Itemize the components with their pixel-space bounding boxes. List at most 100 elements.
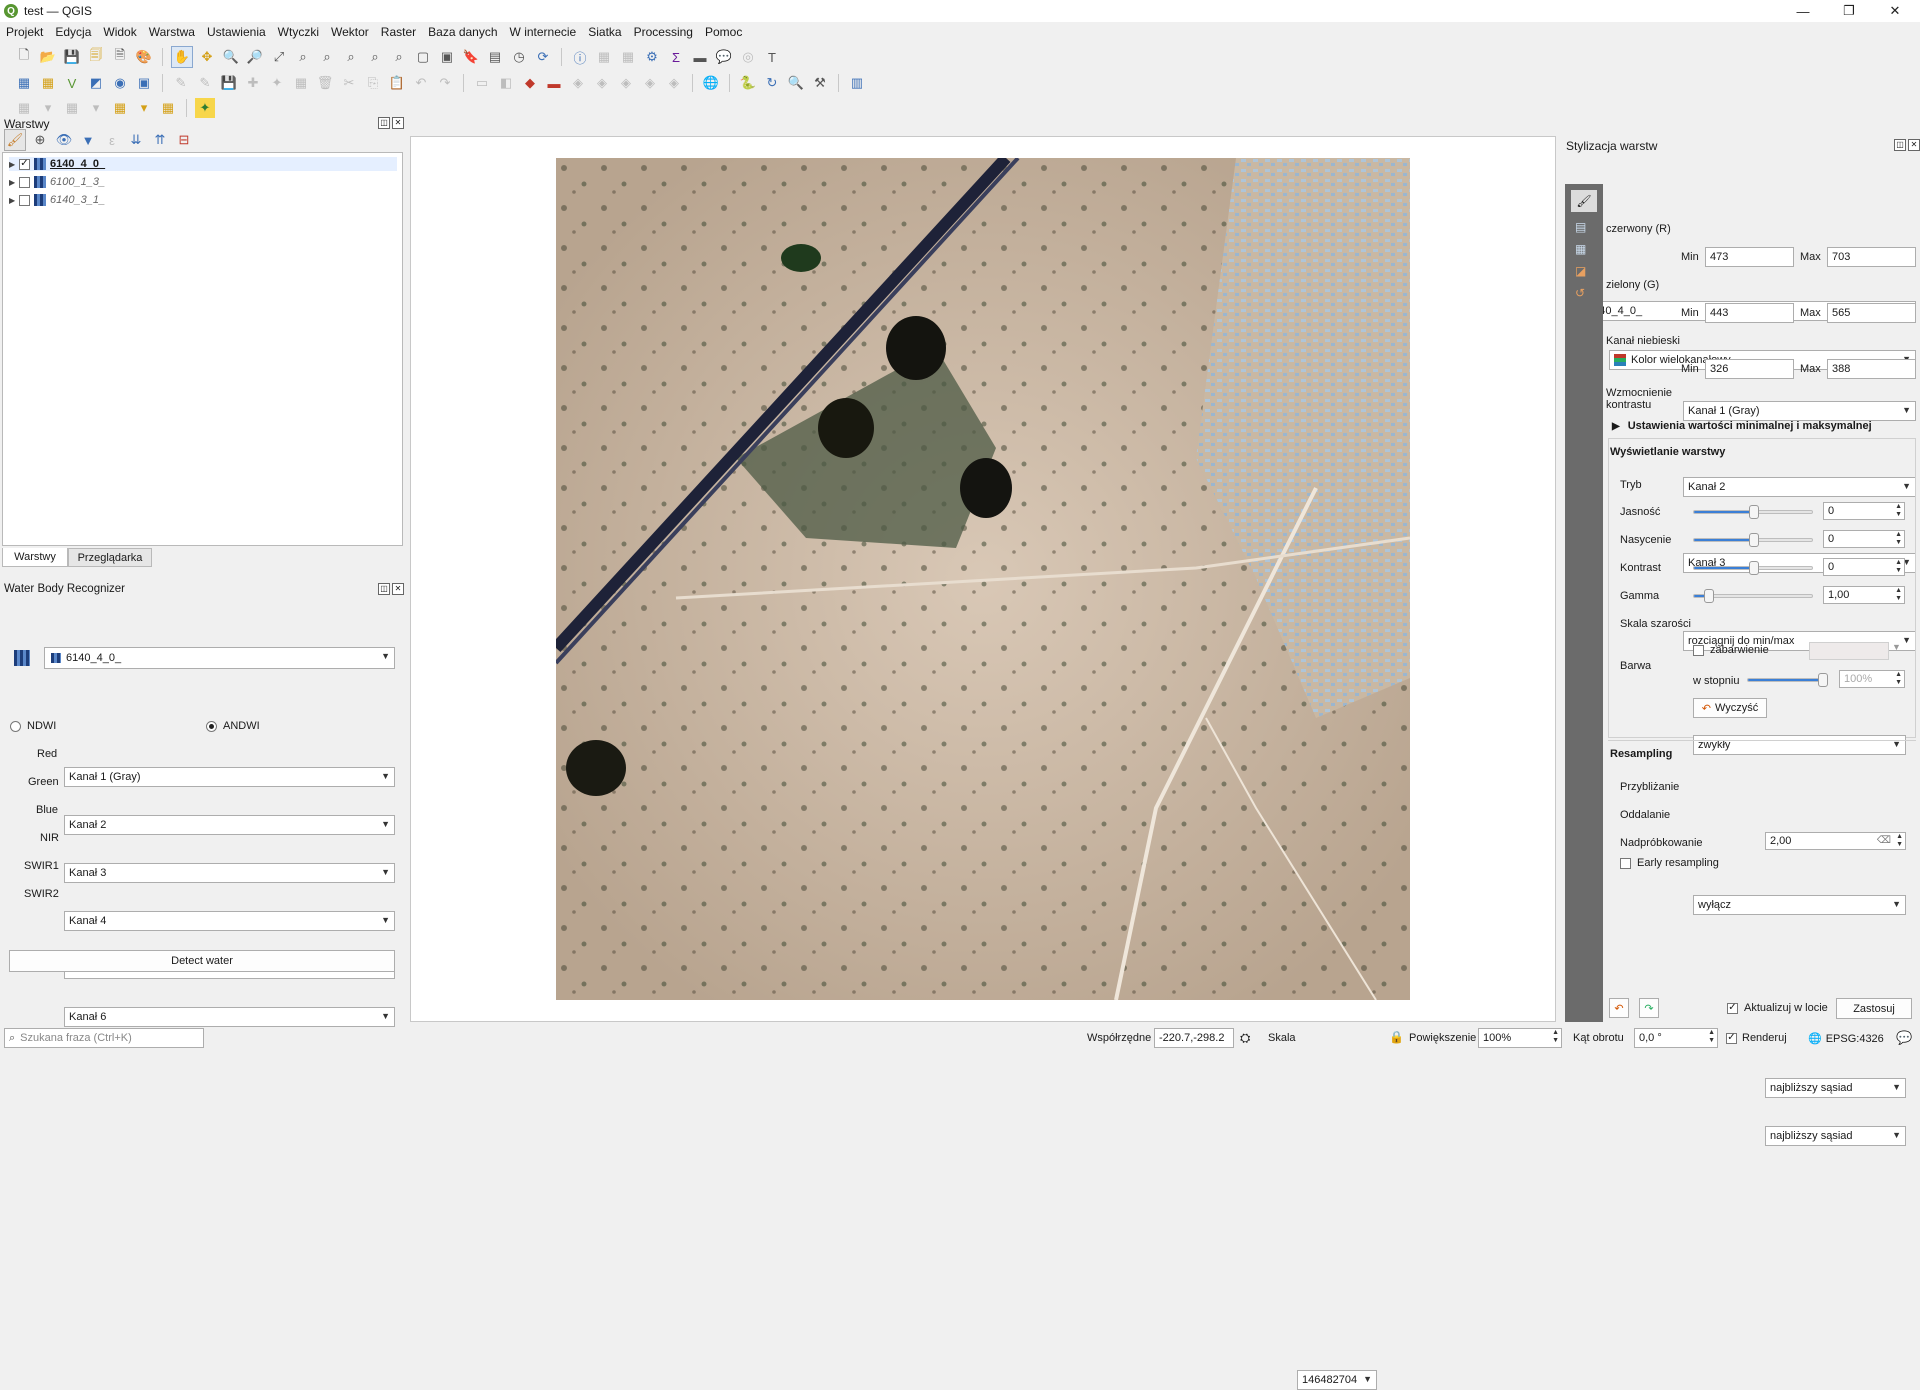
- zoom-layer-icon[interactable]: ⌕: [317, 47, 337, 67]
- expand-arrow-icon[interactable]: ▶: [9, 196, 19, 205]
- band-combo-swir2[interactable]: Kanał 6 ▼: [64, 1007, 395, 1027]
- menu-edycja[interactable]: Edycja: [49, 25, 97, 39]
- crs-button[interactable]: 🌐 EPSG:4326: [1808, 1032, 1884, 1046]
- minimize-button[interactable]: —: [1780, 0, 1826, 22]
- menu-widok[interactable]: Widok: [97, 25, 142, 39]
- zoom-native-icon[interactable]: ⌕: [341, 47, 361, 67]
- saturation-slider[interactable]: [1693, 533, 1813, 547]
- layer-checkbox-3[interactable]: [19, 194, 30, 206]
- zoom-out-resampling-combo[interactable]: najbliższy sąsiad ▼: [1765, 1126, 1906, 1146]
- menu-wektor[interactable]: Wektor: [325, 25, 375, 39]
- diagram-icon[interactable]: ◆: [520, 73, 540, 93]
- spin-arrows-icon[interactable]: ▲ ▼: [1896, 833, 1903, 849]
- redo-icon[interactable]: ↷: [435, 73, 455, 93]
- band-combo-red[interactable]: Kanał 1 (Gray) ▼: [64, 767, 395, 787]
- grayscale-combo[interactable]: wyłącz ▼: [1693, 895, 1906, 915]
- gamma-slider-handle[interactable]: [1704, 589, 1714, 603]
- rendering-tab-icon[interactable]: ◪: [1575, 264, 1586, 278]
- brightness-slider[interactable]: [1693, 505, 1813, 519]
- maximize-button[interactable]: ❐: [1826, 0, 1872, 22]
- styling-panel-float-buttons[interactable]: ◫ ✕: [1894, 139, 1920, 151]
- menu-warstwa[interactable]: Warstwa: [143, 25, 201, 39]
- gamma-spinbox[interactable]: 1,00 ▲ ▼: [1823, 586, 1905, 604]
- add-raster-icon[interactable]: ◩: [86, 73, 106, 93]
- blue-max-input[interactable]: 388: [1827, 359, 1916, 379]
- rotation-spinbox[interactable]: 0,0 ° ▲ ▼: [1634, 1028, 1718, 1048]
- modify-attributes-icon[interactable]: ▦: [291, 73, 311, 93]
- layer-row-1[interactable]: ▶ ✓ 6140_4_0_: [9, 157, 397, 171]
- spin-arrows-icon[interactable]: ▲ ▼: [1895, 671, 1902, 687]
- chevron-down-icon[interactable]: ▼: [1892, 642, 1901, 652]
- statistical-summary-icon[interactable]: Σ: [666, 47, 686, 67]
- layers-panel-float-buttons[interactable]: ◫ ✕: [378, 117, 404, 129]
- menu-projekt[interactable]: Projekt: [0, 25, 49, 39]
- toggle-extents-icon[interactable]: ⛭: [1240, 1030, 1250, 1046]
- menu-ustawienia[interactable]: Ustawienia: [201, 25, 272, 39]
- brightness-slider-handle[interactable]: [1749, 505, 1759, 519]
- symbology-tab-icon[interactable]: 🖌: [1571, 190, 1597, 212]
- deselect-all-icon[interactable]: ▦: [110, 98, 130, 118]
- refresh-icon[interactable]: ⟳: [533, 47, 553, 67]
- red-max-input[interactable]: 703: [1827, 247, 1916, 267]
- spin-arrows-icon[interactable]: ▲ ▼: [1895, 559, 1902, 575]
- deselect-icon[interactable]: ▾: [38, 98, 58, 118]
- tab-warstwy[interactable]: Warstwy: [2, 548, 68, 567]
- annotation-icon[interactable]: ◎: [738, 47, 758, 67]
- vertex-tool-icon[interactable]: ✦: [267, 73, 287, 93]
- strength-slider-handle[interactable]: [1818, 673, 1828, 687]
- show-bookmarks-icon[interactable]: ▤: [485, 47, 505, 67]
- menu-wtyczki[interactable]: Wtyczki: [272, 25, 325, 39]
- delete-selected-icon[interactable]: 🗑: [315, 73, 335, 93]
- processing-toolbox-icon[interactable]: ⚙: [642, 47, 662, 67]
- select-expression-icon[interactable]: ▾: [86, 98, 106, 118]
- pan-to-selection-icon[interactable]: ✥: [197, 47, 217, 67]
- menu-raster[interactable]: Raster: [375, 25, 422, 39]
- live-update-checkbox[interactable]: ✓ Aktualizuj w locie: [1727, 1002, 1828, 1014]
- print-layout-icon[interactable]: 🗎: [110, 47, 130, 67]
- show-hide-label-icon[interactable]: ◈: [640, 73, 660, 93]
- select-location-icon[interactable]: ▾: [134, 98, 154, 118]
- pan-icon[interactable]: ✋: [171, 46, 193, 68]
- apply-button[interactable]: Zastosuj: [1836, 998, 1912, 1019]
- cut-icon[interactable]: ✂: [339, 73, 359, 93]
- transparency-tab-icon[interactable]: ▤: [1575, 220, 1586, 234]
- python-icon[interactable]: 🐍: [738, 73, 758, 93]
- zoom-full-icon[interactable]: ⤢: [269, 47, 289, 67]
- clear-field-icon[interactable]: ⌫: [1877, 835, 1891, 846]
- zoom-in-resampling-combo[interactable]: najbliższy sąsiad ▼: [1765, 1078, 1906, 1098]
- blue-min-input[interactable]: 326: [1705, 359, 1794, 379]
- globe-icon[interactable]: 🌐: [701, 73, 721, 93]
- gamma-slider[interactable]: [1693, 589, 1813, 603]
- new-geopackage-icon[interactable]: ▦: [38, 73, 58, 93]
- layer-name-2[interactable]: 6100_1_3_: [50, 176, 105, 188]
- histogram-tab-icon[interactable]: ▦: [1575, 242, 1586, 256]
- early-resampling-checkbox[interactable]: Early resampling: [1620, 857, 1719, 869]
- text-annotation-icon[interactable]: T: [762, 47, 782, 67]
- water-layer-combo[interactable]: 6140_4_0_ ▼: [44, 647, 395, 669]
- detect-water-button[interactable]: Detect water: [9, 950, 395, 972]
- label-icon[interactable]: ▭: [472, 73, 492, 93]
- contrast-slider-handle[interactable]: [1749, 561, 1759, 575]
- map-tips-icon[interactable]: 💬: [714, 47, 734, 67]
- rotate-label-icon[interactable]: ◈: [592, 73, 612, 93]
- locator-search-input[interactable]: ⌕ Szukana fraza (Ctrl+K): [4, 1028, 204, 1048]
- tab-przegladarka[interactable]: Przeglądarka: [68, 548, 152, 567]
- layer-row-2[interactable]: ▶ 6100_1_3_: [9, 175, 105, 189]
- current-edits-icon[interactable]: ✎: [171, 73, 191, 93]
- spin-arrows-icon[interactable]: ▲ ▼: [1895, 503, 1902, 519]
- save-edits-icon[interactable]: 💾: [219, 73, 239, 93]
- toggle-editing-icon[interactable]: ✎: [195, 73, 215, 93]
- filter-legend-icon[interactable]: ▼: [78, 130, 98, 150]
- add-wms-icon[interactable]: ◉: [110, 73, 130, 93]
- undo-style-icon[interactable]: ↶: [1609, 998, 1629, 1018]
- redo-style-icon[interactable]: ↷: [1639, 998, 1659, 1018]
- render-checkbox[interactable]: ✓ Renderuj: [1726, 1032, 1787, 1044]
- strength-spinbox[interactable]: 100% ▲ ▼: [1839, 670, 1905, 688]
- messages-icon[interactable]: 💬: [1896, 1030, 1912, 1046]
- highlight-label-icon[interactable]: ▬: [544, 73, 564, 93]
- add-group-icon[interactable]: ⊕: [30, 130, 50, 150]
- render-box[interactable]: ✓: [1726, 1032, 1737, 1044]
- paste-icon[interactable]: 📋: [387, 73, 407, 93]
- layer-styling-icon[interactable]: 🖌: [4, 129, 26, 151]
- red-band-combo[interactable]: Kanał 1 (Gray) ▼: [1683, 401, 1916, 421]
